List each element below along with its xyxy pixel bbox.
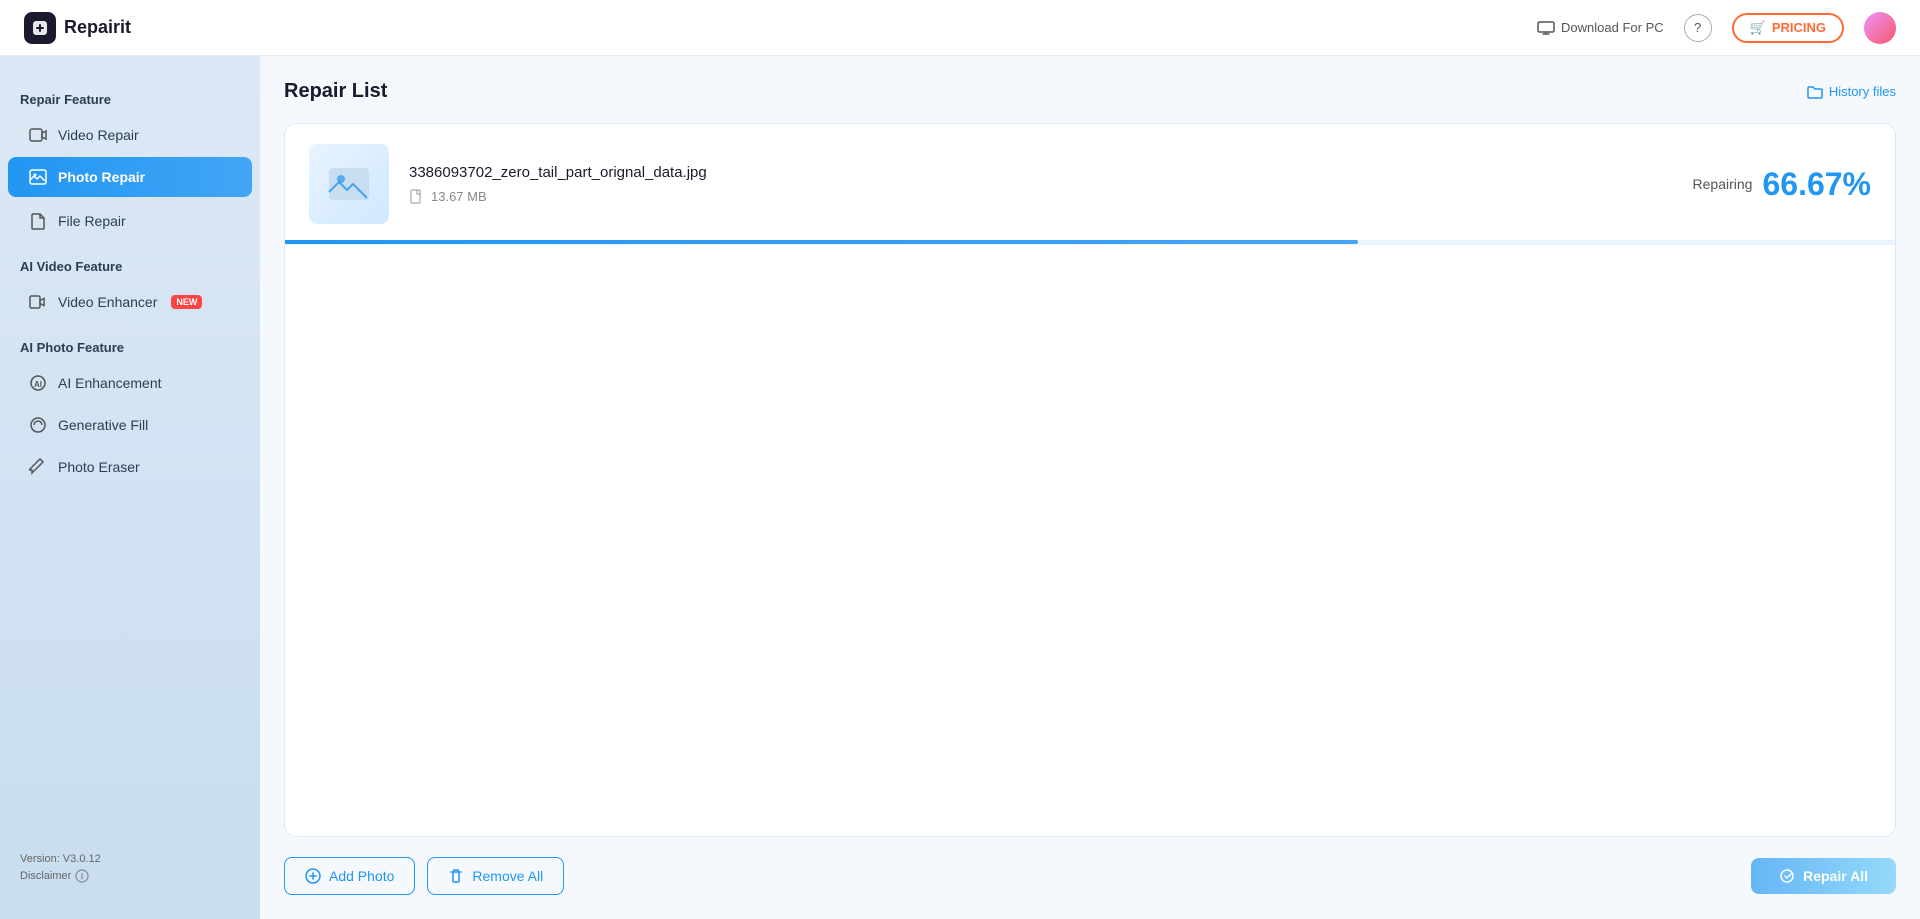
repair-info: 3386093702_zero_tail_part_orignal_data.j… xyxy=(409,164,1693,205)
repair-feature-label: Repair Feature xyxy=(0,84,260,113)
ai-enhancement-label: AI Enhancement xyxy=(58,375,162,391)
add-photo-button[interactable]: Add Photo xyxy=(284,857,415,895)
main-layout: Repair Feature Video Repair xyxy=(0,56,1920,919)
photo-eraser-icon xyxy=(28,457,48,477)
video-repair-icon xyxy=(28,125,48,145)
ai-photo-feature-label: AI Photo Feature xyxy=(0,332,260,361)
version-text: Version: V3.0.12 xyxy=(20,853,240,865)
download-pc-button[interactable]: Download For PC xyxy=(1537,20,1664,35)
repair-thumbnail xyxy=(309,144,389,224)
generative-fill-label: Generative Fill xyxy=(58,417,148,433)
repair-filesize: 13.67 MB xyxy=(409,189,1693,205)
repair-status: Repairing 66.67% xyxy=(1693,166,1871,203)
monitor-icon xyxy=(1537,21,1555,35)
toolbar-left: Add Photo Remove All xyxy=(284,857,564,895)
history-files-link[interactable]: History files xyxy=(1807,84,1896,99)
avatar[interactable] xyxy=(1864,12,1896,44)
sidebar-item-file-repair[interactable]: File Repair xyxy=(8,201,252,241)
repair-list: 3386093702_zero_tail_part_orignal_data.j… xyxy=(284,123,1896,837)
sidebar-item-photo-repair[interactable]: Photo Repair xyxy=(8,157,252,197)
sidebar-item-video-enhancer[interactable]: Video Enhancer NEW xyxy=(8,282,252,322)
photo-repair-icon xyxy=(28,167,48,187)
sidebar-section-ai-photo: AI Photo Feature AI AI Enhancement xyxy=(0,324,260,489)
sidebar-section-repair: Repair Feature Video Repair xyxy=(0,76,260,199)
generative-fill-icon xyxy=(28,415,48,435)
content-area: Repair List History files 3386093 xyxy=(260,56,1920,919)
info-icon xyxy=(75,869,89,883)
pricing-button[interactable]: 🛒 PRICING xyxy=(1732,13,1844,43)
cart-icon: 🛒 xyxy=(1750,20,1766,36)
ai-enhancement-icon: AI xyxy=(28,373,48,393)
header-actions: Download For PC ? 🛒 PRICING xyxy=(1537,12,1896,44)
sidebar-section-file: File Repair xyxy=(0,199,260,243)
logo-text: Repairit xyxy=(64,17,131,38)
header: Repairit Download For PC ? 🛒 PRICING xyxy=(0,0,1920,56)
history-files-label: History files xyxy=(1829,84,1896,99)
repair-filename: 3386093702_zero_tail_part_orignal_data.j… xyxy=(409,164,1693,181)
photo-thumbnail-icon xyxy=(327,164,371,204)
repairing-label: Repairing xyxy=(1693,176,1753,192)
sidebar-item-generative-fill[interactable]: Generative Fill xyxy=(8,405,252,445)
sidebar-section-ai-video: AI Video Feature Video Enhancer NEW xyxy=(0,243,260,324)
sidebar-item-video-repair[interactable]: Video Repair xyxy=(8,115,252,155)
file-repair-icon xyxy=(28,211,48,231)
photo-eraser-label: Photo Eraser xyxy=(58,459,140,475)
progress-bar-container xyxy=(285,240,1895,244)
bottom-toolbar: Add Photo Remove All Repair All xyxy=(284,837,1896,895)
ai-video-feature-label: AI Video Feature xyxy=(0,251,260,280)
logo: Repairit xyxy=(24,12,131,44)
logo-icon xyxy=(24,12,56,44)
add-icon xyxy=(305,868,321,884)
sidebar-item-ai-enhancement[interactable]: AI AI Enhancement xyxy=(8,363,252,403)
help-button[interactable]: ? xyxy=(1684,14,1712,42)
sidebar: Repair Feature Video Repair xyxy=(0,56,260,919)
svg-text:AI: AI xyxy=(34,380,42,389)
repair-all-button[interactable]: Repair All xyxy=(1751,858,1896,894)
video-enhancer-icon xyxy=(28,292,48,312)
sidebar-item-photo-eraser[interactable]: Photo Eraser xyxy=(8,447,252,487)
file-repair-label: File Repair xyxy=(58,213,126,229)
sidebar-footer: Version: V3.0.12 Disclaimer xyxy=(0,837,260,899)
remove-all-button[interactable]: Remove All xyxy=(427,857,564,895)
content-header: Repair List History files xyxy=(284,80,1896,103)
trash-icon xyxy=(448,868,464,884)
new-badge: NEW xyxy=(171,295,202,309)
video-repair-label: Video Repair xyxy=(58,127,139,143)
page-title: Repair List xyxy=(284,80,387,103)
repair-item: 3386093702_zero_tail_part_orignal_data.j… xyxy=(285,124,1895,245)
folder-icon xyxy=(1807,85,1823,99)
repair-percent: 66.67% xyxy=(1762,166,1871,203)
disclaimer-link[interactable]: Disclaimer xyxy=(20,869,240,883)
photo-repair-label: Photo Repair xyxy=(58,169,145,185)
repair-icon xyxy=(1779,868,1795,884)
file-size-icon xyxy=(409,189,425,205)
video-enhancer-label: Video Enhancer xyxy=(58,294,157,310)
progress-bar-fill xyxy=(285,240,1358,244)
